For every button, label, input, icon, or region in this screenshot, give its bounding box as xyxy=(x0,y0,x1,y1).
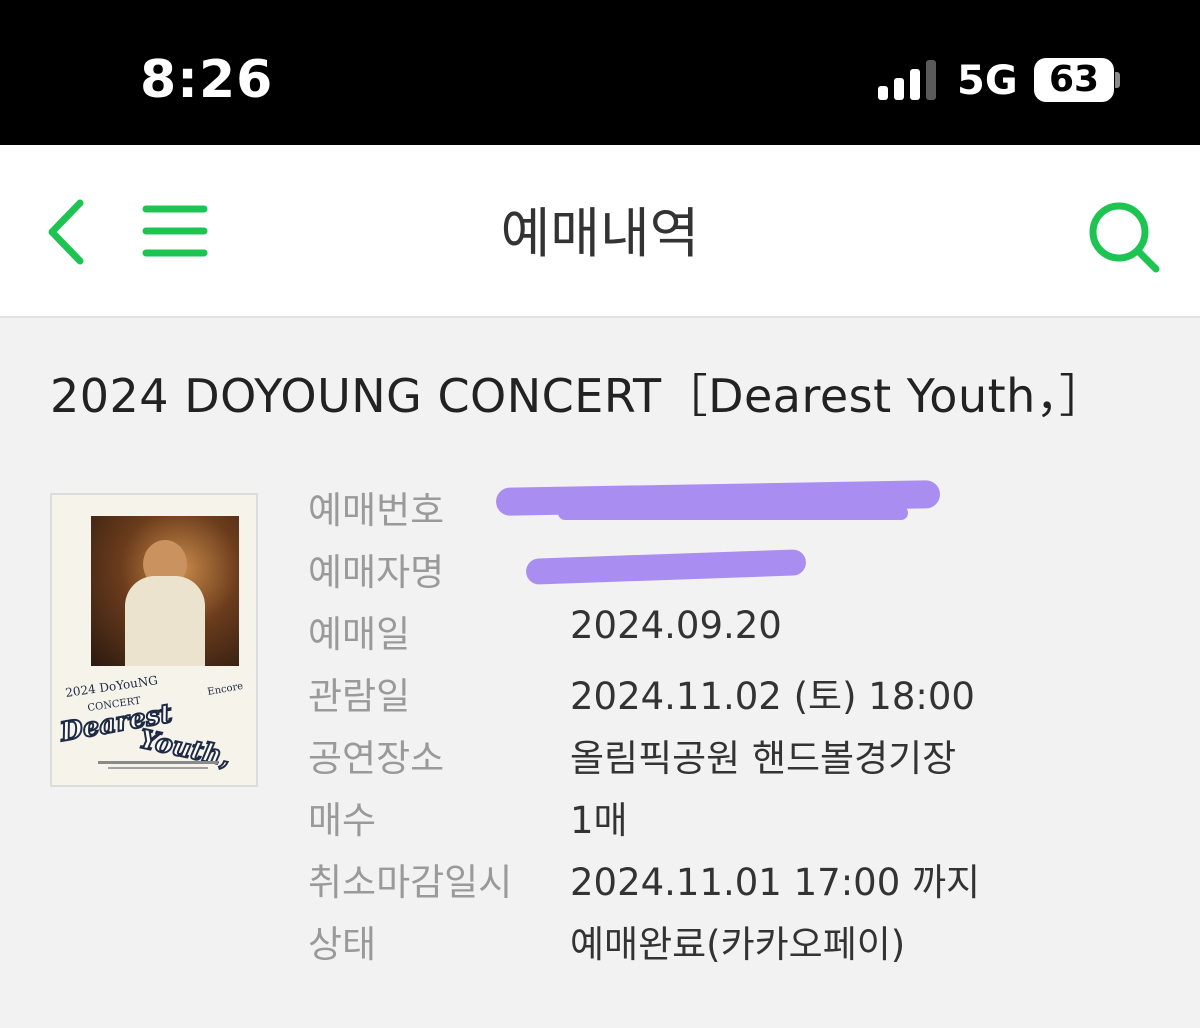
poster-figure-body xyxy=(125,576,205,666)
poster-photo xyxy=(91,516,239,666)
redaction-scribble xyxy=(558,506,908,520)
nav-bar: 예매내역 xyxy=(0,145,1200,318)
info-label: 상태 xyxy=(308,923,377,966)
info-value: 2024.09.20 xyxy=(570,604,782,647)
info-row-cancel-deadline: 취소마감일시 2024.11.01 17:00 까지 xyxy=(308,852,1108,904)
info-value: 2024.11.01 17:00 까지 xyxy=(570,861,981,904)
info-label: 공연장소 xyxy=(308,737,445,780)
network-type: 5G xyxy=(957,58,1018,104)
battery-icon: 63 xyxy=(1034,58,1114,102)
status-value: 예매완료(카카오페이) xyxy=(570,923,906,966)
info-row-ticket-count: 매수 1매 xyxy=(308,790,1108,842)
concert-title: 2024 DOYOUNG CONCERT［Dearest Youth，］ xyxy=(50,369,1106,423)
info-value: 올림픽공원 핸드볼경기장 xyxy=(570,737,957,780)
redaction-scribble xyxy=(525,549,807,585)
info-row-reservation-number: 예매번호 xyxy=(308,480,1108,532)
battery-tip xyxy=(1115,72,1120,88)
info-value: 2024.11.02 (토) 18:00 xyxy=(570,675,975,718)
concert-poster-image[interactable]: 2024 DoYouNG CONCERT Encore Dearest Yout… xyxy=(50,493,258,787)
info-row-status: 상태 예매완료(카카오페이) xyxy=(308,914,1108,966)
status-time: 8:26 xyxy=(140,50,274,110)
info-label: 관람일 xyxy=(308,675,411,718)
info-label: 예매번호 xyxy=(308,489,445,532)
info-row-viewing-date: 관람일 2024.11.02 (토) 18:00 xyxy=(308,666,1108,718)
info-label: 예매일 xyxy=(308,613,411,656)
cellular-signal-icon xyxy=(878,60,936,100)
reservation-detail: 2024 DOYOUNG CONCERT［Dearest Youth，］ 202… xyxy=(0,320,1200,1028)
search-icon[interactable] xyxy=(1086,199,1162,275)
svg-text:2024 DoYouNG: 2024 DoYouNG xyxy=(64,675,158,700)
info-row-reserver-name: 예매자명 xyxy=(308,542,1108,594)
svg-text:Youth,: Youth, xyxy=(137,725,234,774)
info-value: 1매 xyxy=(570,799,628,842)
info-row-reservation-date: 예매일 2024.09.20 xyxy=(308,604,1108,656)
svg-text:Encore: Encore xyxy=(207,681,245,698)
info-label: 매수 xyxy=(308,799,377,842)
page-title: 예매내역 xyxy=(500,202,700,265)
status-bar: 8:26 5G 63 xyxy=(0,0,1200,145)
info-label: 취소마감일시 xyxy=(308,861,513,904)
poster-logo: 2024 DoYouNG CONCERT Encore Dearest Yout… xyxy=(58,675,245,774)
info-label: 예매자명 xyxy=(308,551,445,594)
info-row-venue: 공연장소 올림픽공원 핸드볼경기장 xyxy=(308,728,1108,780)
